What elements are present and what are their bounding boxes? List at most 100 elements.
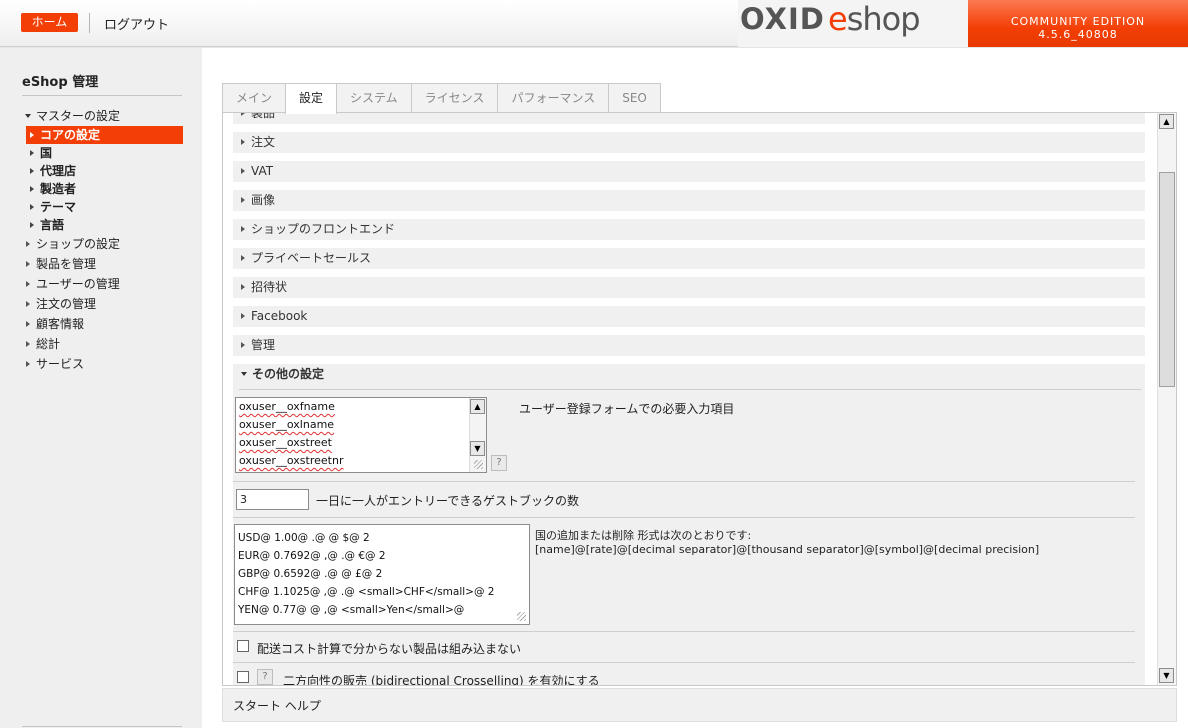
sidebar-item-customer-info[interactable]: 顧客情報 — [22, 314, 184, 334]
tab-seo[interactable]: SEO — [608, 83, 661, 113]
group-other-settings[interactable]: その他の設定 — [233, 364, 1145, 385]
currency-line: GBP@ 0.6592@ .@ @ £@ 2 — [238, 568, 383, 580]
sidebar-item-orders[interactable]: 注文の管理 — [22, 294, 184, 314]
group-facebook[interactable]: Facebook — [233, 306, 1145, 327]
chevron-right-icon — [30, 222, 34, 228]
scroll-up-icon[interactable]: ▲ — [470, 399, 485, 414]
sidebar-item-products[interactable]: 製品を管理 — [22, 254, 184, 274]
currencies-format-label: [name]@[rate]@[decimal separator]@[thous… — [535, 543, 1040, 556]
required-fields-listbox[interactable]: oxuser__oxfname oxuser__oxlname oxuser__… — [235, 397, 487, 473]
resize-grip-icon[interactable] — [517, 612, 526, 621]
list-item[interactable]: oxuser__oxlname — [236, 416, 486, 434]
list-item[interactable]: oxuser__oxstreet — [236, 434, 486, 452]
chevron-right-icon — [241, 342, 245, 348]
logo-eshop-text: eshop — [828, 0, 921, 38]
sidebar-bottom-divider — [22, 726, 182, 727]
group-private-sales[interactable]: プライベートセールス — [233, 248, 1145, 269]
exclude-unknown-shipping-checkbox[interactable] — [237, 640, 249, 652]
tab-performance[interactable]: パフォーマンス — [497, 83, 610, 113]
bidirectional-crossselling-checkbox[interactable] — [237, 671, 249, 683]
currencies-textarea[interactable]: USD@ 1.00@ .@ @ $@ 2 EUR@ 0.7692@ ,@ .@ … — [234, 524, 530, 625]
section-divider — [233, 662, 1135, 663]
sidebar-item-themes[interactable]: テーマ — [22, 198, 184, 216]
sidebar-menu: マスターの設定 コアの設定 国 代理店 製造者 テーマ 言語 ショップの設定 製… — [22, 106, 184, 374]
section-divider — [239, 389, 1141, 390]
sidebar-item-shop-settings[interactable]: ショップの設定 — [22, 234, 184, 254]
help-icon[interactable]: ? — [257, 669, 273, 685]
start-help-bar[interactable]: スタート ヘルプ — [222, 688, 1177, 722]
edition-name: COMMUNITY EDITION — [1010, 15, 1146, 28]
sidebar-item-manufacturers[interactable]: 製造者 — [22, 180, 184, 198]
chevron-right-icon — [241, 313, 245, 319]
chevron-right-icon — [241, 284, 245, 290]
settings-scroll-area: 製品 注文 VAT 画像 ショップのフロントエンド プライベートセールス 招待状… — [233, 113, 1145, 685]
scrollbar-thumb[interactable] — [1159, 172, 1175, 387]
exclude-unknown-shipping-label: 配送コスト計算で分からない製品は組み込まない — [257, 642, 522, 656]
chevron-right-icon — [241, 255, 245, 261]
top-header: ホーム ログアウト OXID eshop COMMUNITY EDITION 4… — [0, 0, 1188, 47]
list-item[interactable]: oxuser__oxfname — [236, 398, 486, 416]
help-icon[interactable]: ? — [491, 455, 507, 471]
sidebar-item-core-settings[interactable]: コアの設定 — [26, 126, 183, 144]
chevron-right-icon — [26, 341, 30, 347]
chevron-right-icon — [26, 241, 30, 247]
chevron-down-icon — [25, 113, 31, 118]
section-divider — [233, 481, 1135, 482]
currency-line: EUR@ 0.7692@ ,@ .@ €@ 2 — [238, 550, 386, 562]
sidebar-item-languages[interactable]: 言語 — [22, 216, 184, 234]
chevron-right-icon — [241, 113, 245, 116]
scroll-down-icon[interactable]: ▼ — [1159, 668, 1174, 683]
guestbook-limit-input[interactable]: 3 — [236, 489, 309, 510]
chevron-right-icon — [241, 168, 245, 174]
sidebar-item-countries[interactable]: 国 — [22, 144, 184, 162]
sidebar-item-users[interactable]: ユーザーの管理 — [22, 274, 184, 294]
tab-settings[interactable]: 設定 — [285, 83, 338, 114]
sidebar-item-master-settings[interactable]: マスターの設定 — [22, 106, 184, 126]
sidebar-nav: eShop 管理 マスターの設定 コアの設定 国 代理店 製造者 テーマ 言語 … — [0, 48, 202, 728]
group-vat[interactable]: VAT — [233, 161, 1145, 182]
scroll-up-icon[interactable]: ▲ — [1159, 114, 1174, 129]
chevron-right-icon — [30, 150, 34, 156]
group-admin[interactable]: 管理 — [233, 335, 1145, 356]
sidebar-item-vendors[interactable]: 代理店 — [22, 162, 184, 180]
group-images[interactable]: 画像 — [233, 190, 1145, 211]
settings-panel: 製品 注文 VAT 画像 ショップのフロントエンド プライベートセールス 招待状… — [222, 112, 1177, 686]
guestbook-limit-label: 一日に一人がエントリーできるゲストブックの数 — [316, 494, 580, 508]
main-content: メイン 設定 システム ライセンス パフォーマンス SEO 製品 注文 VAT … — [202, 48, 1188, 728]
oxid-eshop-logo: OXID eshop — [738, 0, 968, 47]
section-divider — [233, 517, 1135, 518]
list-item[interactable]: oxuser__oxstreetnr — [236, 452, 486, 470]
chevron-right-icon — [26, 281, 30, 287]
chevron-right-icon — [30, 204, 34, 210]
tab-bar: メイン 設定 システム ライセンス パフォーマンス SEO — [222, 83, 661, 114]
sidebar-item-statistics[interactable]: 総計 — [22, 334, 184, 354]
edition-version: 4.5.6_40808 — [1038, 28, 1118, 41]
sidebar-item-service[interactable]: サービス — [22, 354, 184, 374]
sidebar-divider — [22, 95, 182, 96]
edition-badge: COMMUNITY EDITION 4.5.6_40808 — [968, 0, 1188, 47]
tab-system[interactable]: システム — [336, 83, 412, 113]
required-fields-label: ユーザー登録フォームでの必要入力項目 — [519, 402, 735, 416]
scroll-down-icon[interactable]: ▼ — [470, 441, 485, 456]
chevron-right-icon — [30, 168, 34, 174]
resize-grip-icon[interactable] — [474, 460, 483, 469]
group-orders[interactable]: 注文 — [233, 132, 1145, 153]
currency-line: USD@ 1.00@ .@ @ $@ 2 — [238, 532, 370, 544]
tab-main[interactable]: メイン — [222, 83, 287, 113]
home-button[interactable]: ホーム — [21, 13, 78, 32]
logout-link[interactable]: ログアウト — [104, 14, 169, 33]
group-products[interactable]: 製品 — [233, 113, 1145, 124]
group-shop-frontend[interactable]: ショップのフロントエンド — [233, 219, 1145, 240]
main-scrollbar[interactable]: ▲ ▼ — [1157, 113, 1176, 685]
chevron-down-icon — [241, 371, 247, 376]
chevron-right-icon — [241, 226, 245, 232]
chevron-right-icon — [30, 132, 34, 138]
header-divider — [89, 13, 90, 33]
chevron-right-icon — [26, 321, 30, 327]
chevron-right-icon — [26, 261, 30, 267]
tab-license[interactable]: ライセンス — [410, 83, 499, 113]
currency-line: YEN@ 0.77@ @ ,@ <small>Yen</small>@ — [238, 604, 465, 616]
bidirectional-crossselling-label: 二方向性の販売 (bidirectional Crosselling) を有効に… — [283, 674, 600, 685]
sidebar-title: eShop 管理 — [22, 75, 99, 90]
group-invitations[interactable]: 招待状 — [233, 277, 1145, 298]
